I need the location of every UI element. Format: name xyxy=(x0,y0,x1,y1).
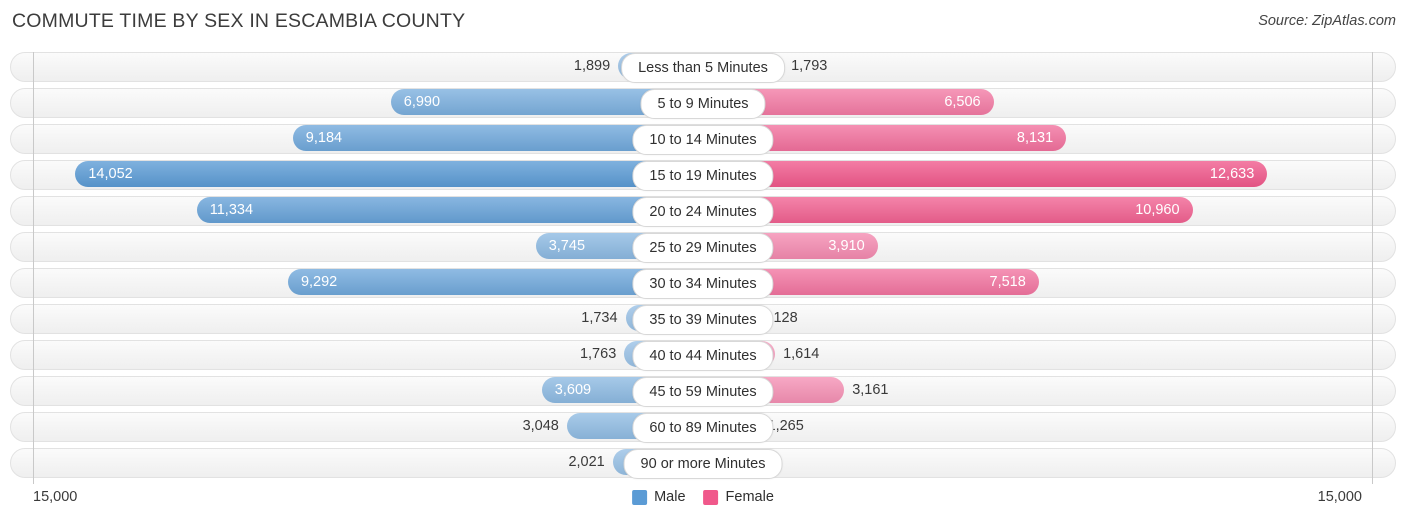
axis-max-right: 15,000 xyxy=(1317,489,1362,505)
plot-area: 1,899 1,793 Less than 5 Minutes 6,990 6,506 5… xyxy=(10,52,1396,484)
legend-label: Female xyxy=(725,489,774,505)
category-label: 15 to 19 Minutes xyxy=(632,161,774,191)
commute-time-chart: COMMUTE TIME BY SEX IN ESCAMBIA COUNTY S… xyxy=(0,0,1406,523)
male-half: 14,052 xyxy=(11,160,703,190)
source-attribution: Source: ZipAtlas.com xyxy=(1258,13,1396,29)
female-half: 10,960 xyxy=(703,196,1395,226)
male-value-label: 9,292 xyxy=(300,274,338,290)
female-half: 12,633 xyxy=(703,160,1395,190)
bar-rows: 1,899 1,793 Less than 5 Minutes 6,990 6,506 5… xyxy=(10,52,1396,479)
male-value-label: 1,734 xyxy=(581,310,618,326)
female-value-label: 6,506 xyxy=(944,94,981,110)
female-half: 551 xyxy=(703,448,1395,478)
female-value-label: 7,518 xyxy=(989,274,1026,290)
category-label: 30 to 34 Minutes xyxy=(632,269,774,299)
female-bar xyxy=(703,161,1268,187)
female-half: 1,128 xyxy=(703,304,1395,334)
female-value-label: 10,960 xyxy=(1135,202,1180,218)
category-label: 10 to 14 Minutes xyxy=(632,125,774,155)
male-value-label: 3,745 xyxy=(548,238,586,254)
page-title: COMMUTE TIME BY SEX IN ESCAMBIA COUNTY xyxy=(12,10,466,32)
bar-row: 2,021 55190 or more Minutes xyxy=(10,448,1396,479)
male-value-label: 3,609 xyxy=(554,382,592,398)
category-label: Less than 5 Minutes xyxy=(621,53,785,83)
axis-line-left xyxy=(33,52,34,484)
female-half: 3,910 xyxy=(703,232,1395,262)
male-half: 6,990 xyxy=(11,88,703,118)
bar-row: 3,048 1,265 60 to 89 Minutes xyxy=(10,412,1396,443)
category-label: 40 to 44 Minutes xyxy=(632,341,774,371)
male-half: 1,899 xyxy=(11,52,703,82)
bar-row: 3,609 3,161 45 to 59 Minutes xyxy=(10,376,1396,407)
legend-item[interactable]: Male xyxy=(632,486,686,508)
female-half: 7,518 xyxy=(703,268,1395,298)
category-label: 5 to 9 Minutes xyxy=(640,89,766,119)
bar-row: 6,990 6,506 5 to 9 Minutes xyxy=(10,88,1396,119)
male-half: 9,184 xyxy=(11,124,703,154)
bar-row: 1,899 1,793 Less than 5 Minutes xyxy=(10,52,1396,83)
legend-swatch-icon xyxy=(632,489,648,505)
male-half: 2,021 xyxy=(11,448,703,478)
female-half: 8,131 xyxy=(703,124,1395,154)
female-value-label: 12,633 xyxy=(1209,166,1255,182)
male-value-label: 6,990 xyxy=(403,94,441,110)
chart-footer: 15,000 Male Female 15,000 xyxy=(0,486,1406,516)
female-half: 1,793 xyxy=(703,52,1395,82)
legend-label: Male xyxy=(654,489,686,505)
category-label: 35 to 39 Minutes xyxy=(632,305,774,335)
bar-row: 14,052 12,633 15 to 19 Minutes xyxy=(10,160,1396,191)
category-label: 45 to 59 Minutes xyxy=(632,377,774,407)
axis-line-right xyxy=(1372,52,1373,484)
male-half: 3,745 xyxy=(11,232,703,262)
bar-row: 3,745 3,910 25 to 29 Minutes xyxy=(10,232,1396,263)
female-value-label: 1,614 xyxy=(783,346,820,362)
chart-legend: Male Female xyxy=(632,486,774,508)
category-label: 60 to 89 Minutes xyxy=(632,413,774,443)
female-half: 1,265 xyxy=(703,412,1395,442)
bar-row: 9,184 8,131 10 to 14 Minutes xyxy=(10,124,1396,155)
male-half: 11,334 xyxy=(11,196,703,226)
female-value-label: 8,131 xyxy=(1016,130,1054,146)
male-bar xyxy=(75,161,703,187)
female-value-label: 3,910 xyxy=(828,238,865,254)
category-label: 25 to 29 Minutes xyxy=(632,233,774,263)
male-value-label: 3,048 xyxy=(522,418,559,434)
male-bar xyxy=(196,197,703,223)
bar-row: 1,763 1,614 40 to 44 Minutes xyxy=(10,340,1396,371)
male-value-label: 9,184 xyxy=(305,130,343,146)
female-value-label: 1,793 xyxy=(791,58,828,74)
legend-swatch-icon xyxy=(703,489,719,505)
male-value-label: 11,334 xyxy=(209,202,254,218)
male-value-label: 1,899 xyxy=(573,58,611,74)
male-value-label: 14,052 xyxy=(88,166,133,182)
female-value-label: 3,161 xyxy=(852,382,889,398)
chart-header: COMMUTE TIME BY SEX IN ESCAMBIA COUNTY S… xyxy=(0,0,1406,44)
male-half: 1,734 xyxy=(11,304,703,334)
legend-item[interactable]: Female xyxy=(703,486,774,508)
male-value-label: 2,021 xyxy=(568,454,605,470)
bar-row: 1,734 1,128 35 to 39 Minutes xyxy=(10,304,1396,335)
female-bar xyxy=(703,197,1193,223)
male-value-label: 1,763 xyxy=(579,346,617,362)
bar-row: 9,292 7,518 30 to 34 Minutes xyxy=(10,268,1396,299)
male-half: 1,763 xyxy=(11,340,703,370)
category-label: 20 to 24 Minutes xyxy=(632,197,774,227)
female-half: 1,614 xyxy=(703,340,1395,370)
male-half: 9,292 xyxy=(11,268,703,298)
male-half: 3,048 xyxy=(11,412,703,442)
category-label: 90 or more Minutes xyxy=(623,449,783,479)
male-half: 3,609 xyxy=(11,376,703,406)
female-half: 3,161 xyxy=(703,376,1395,406)
axis-max-left: 15,000 xyxy=(33,489,78,505)
bar-row: 11,334 10,960 20 to 24 Minutes xyxy=(10,196,1396,227)
female-half: 6,506 xyxy=(703,88,1395,118)
